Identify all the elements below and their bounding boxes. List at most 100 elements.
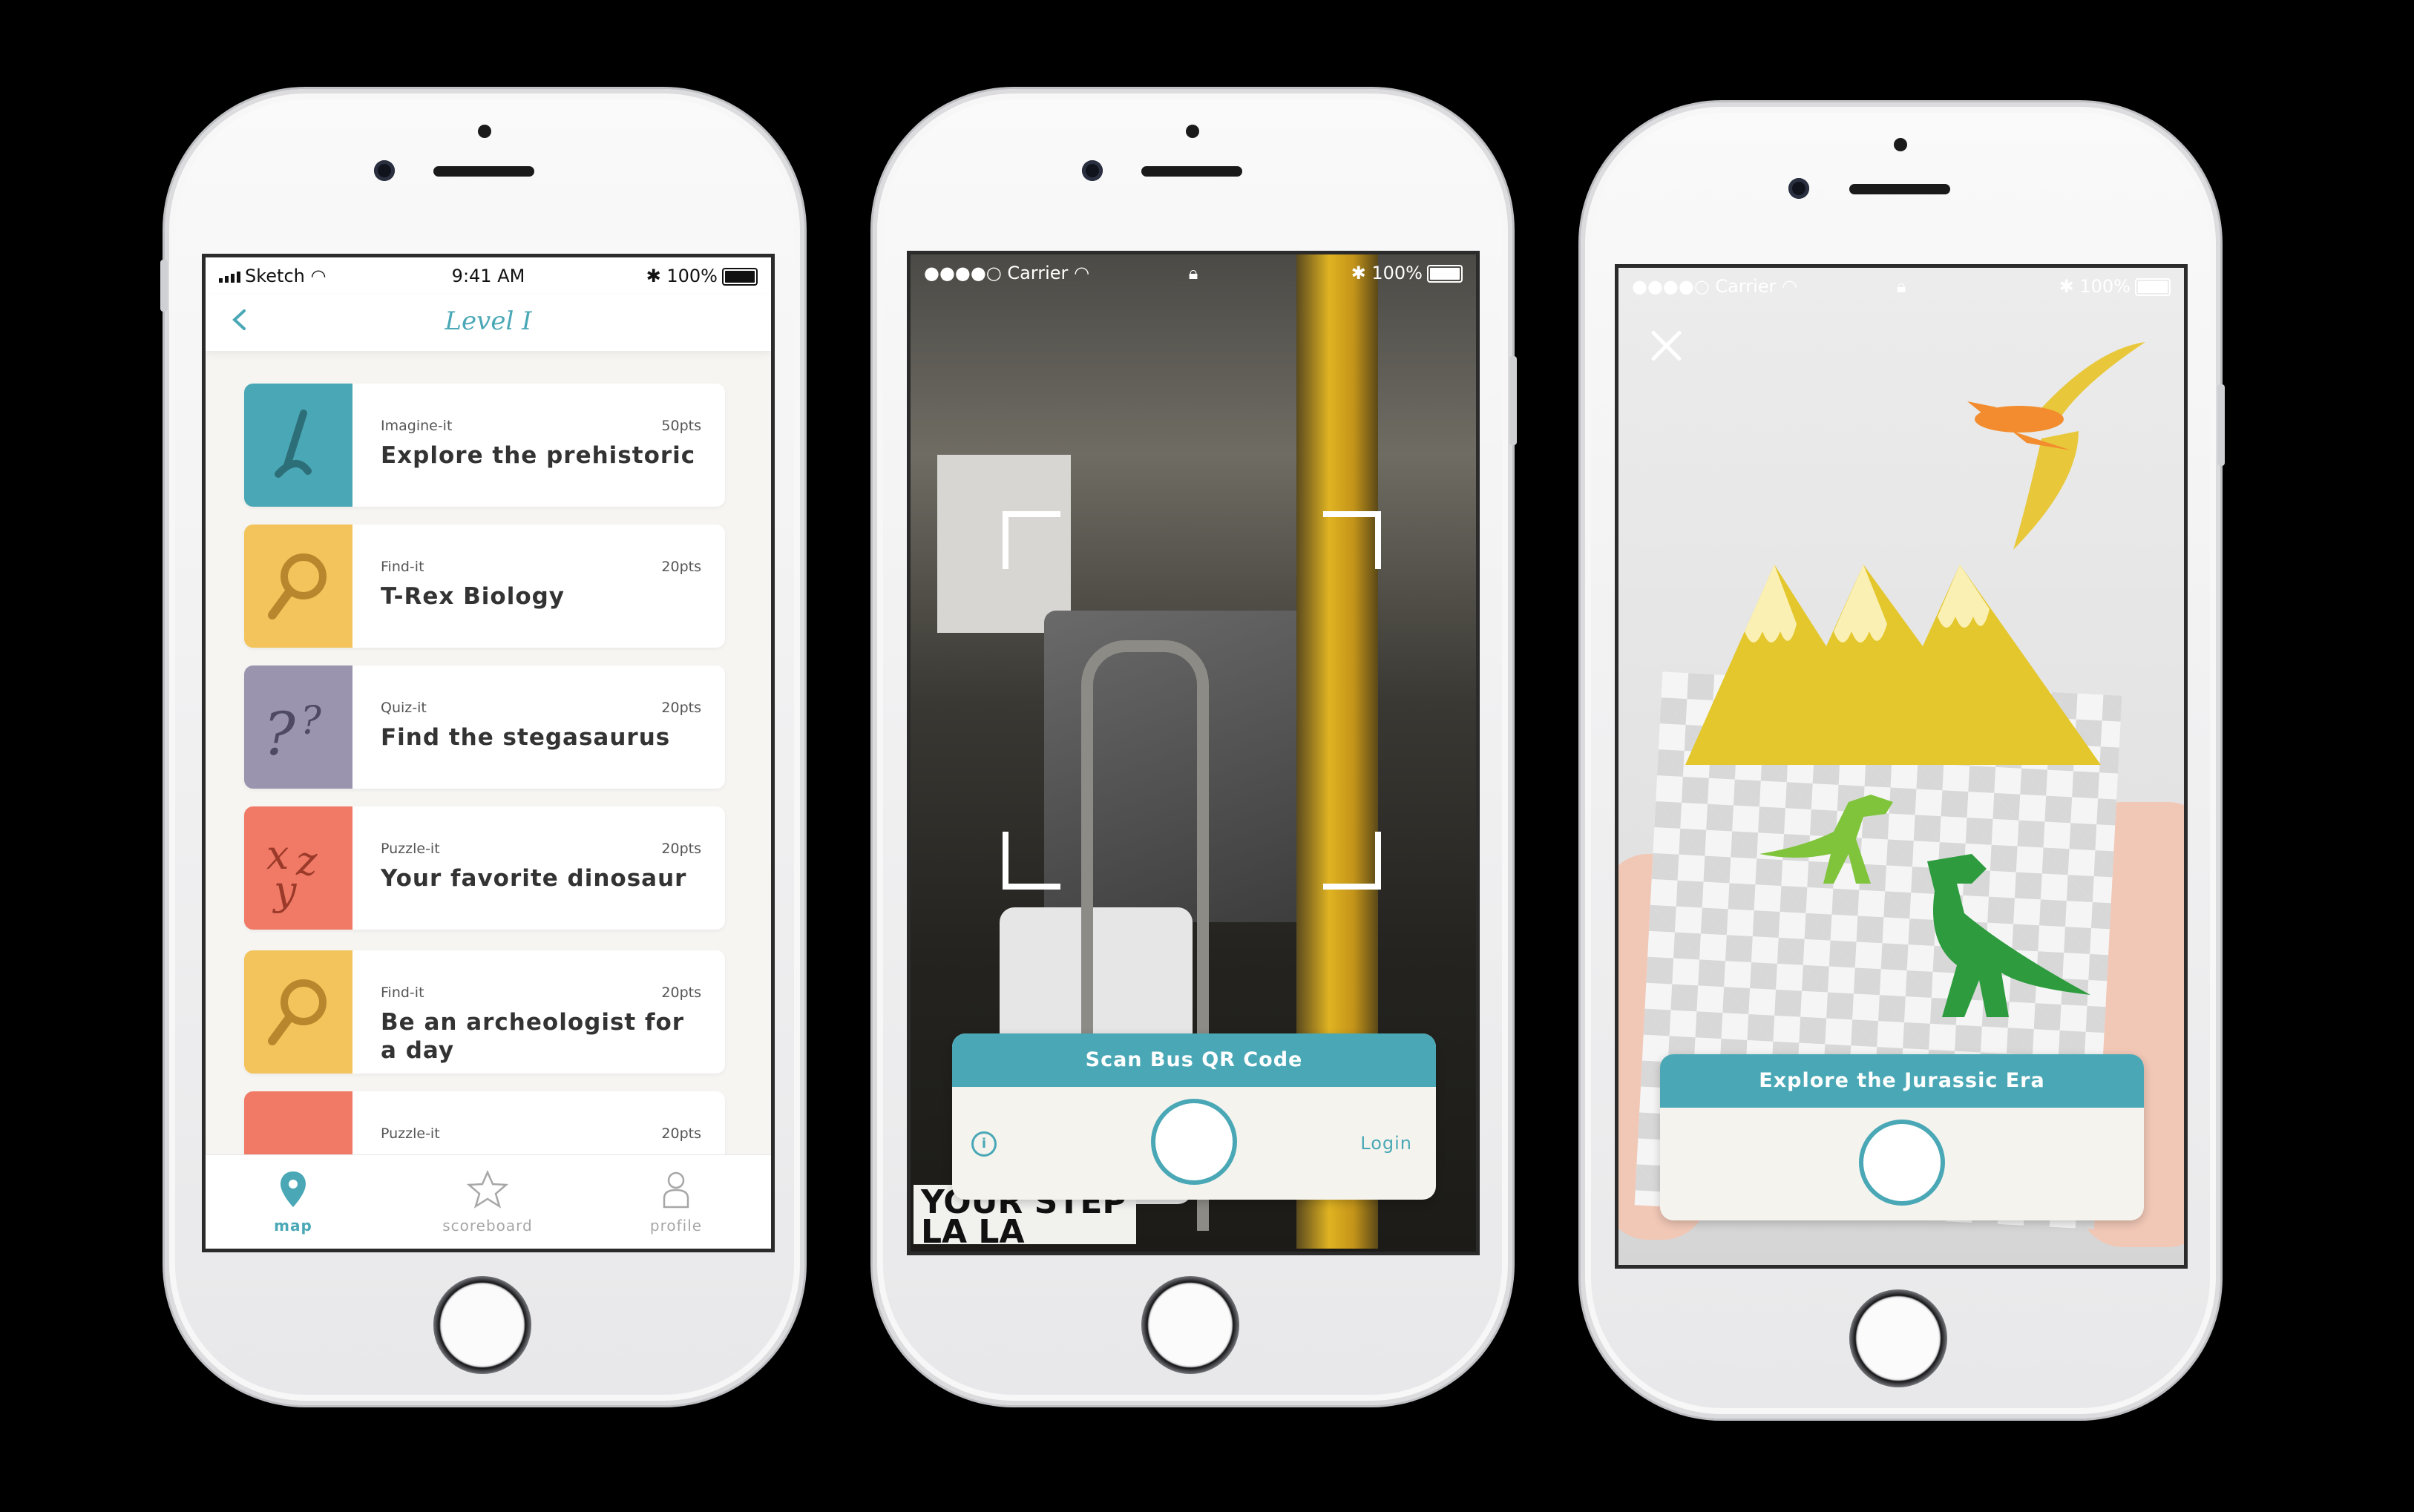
lock-icon: 🔒︎ [1896, 276, 1906, 297]
tab-bar: map scoreboard profile [206, 1154, 771, 1249]
dinosaur-small-illustration [1759, 795, 1893, 884]
person-icon [663, 1171, 689, 1209]
challenge-card[interactable]: Imagine-it 50pts Explore the prehistoric [244, 384, 725, 507]
carrier-label: ●●●●○ Carrier ◠ [1632, 276, 1798, 297]
challenge-card[interactable]: Find-it 20pts T-Rex Biology [244, 525, 725, 648]
card-title: Explore the prehistoric [381, 442, 696, 469]
card-category: Find-it [381, 559, 424, 575]
front-sensor [478, 125, 491, 138]
card-title: T-Rex Biology [381, 583, 565, 610]
screen-qr-scanner: YOUR STEP LA LA MARCHE ●●●●○ Carrier ◠ 🔒… [907, 251, 1480, 1255]
magnifier-icon [244, 525, 352, 648]
challenge-card[interactable]: Find-it 20pts Be an archeologist for a d… [244, 950, 725, 1074]
carrier-label: ●●●●○ Carrier ◠ [924, 263, 1090, 283]
card-points: 20pts [661, 841, 701, 857]
card-points: 20pts [661, 700, 701, 716]
challenge-card[interactable]: ?? Quiz-it 20pts Find the stegasaurus [244, 665, 725, 789]
front-camera [374, 160, 395, 181]
home-button[interactable] [1141, 1276, 1239, 1374]
challenge-card[interactable]: xzy Puzzle-it 20pts Your favorite dinosa… [244, 806, 725, 930]
card-category: Imagine-it [381, 418, 453, 434]
screen-level-list: Sketch ◠ 9:41 AM ✱ 100% Level I Imagine-… [202, 254, 775, 1252]
phone-frame-left: Sketch ◠ 9:41 AM ✱ 100% Level I Imagine-… [160, 89, 804, 1405]
card-category: Find-it [381, 985, 424, 1001]
screen-ar-experience: ●●●●○ Carrier ◠ 🔒︎ ✱ 100% Explore the Ju… [1615, 264, 2188, 1269]
card-points: 20pts [661, 559, 701, 575]
wifi-icon: ◠ [1782, 276, 1798, 297]
carrier-label: Sketch ◠ [219, 266, 326, 286]
tab-label: map [274, 1217, 312, 1235]
scan-frame-bottom-left [1003, 832, 1060, 890]
battery-status: ✱ 100% [2059, 276, 2171, 297]
home-button[interactable] [433, 1276, 531, 1374]
bluetooth-icon: ✱ [2059, 276, 2074, 297]
login-link[interactable]: Login [1360, 1133, 1412, 1154]
tab-scoreboard[interactable]: scoreboard [413, 1169, 562, 1235]
phone-frame-right: ●●●●○ Carrier ◠ 🔒︎ ✱ 100% Explore the Ju… [1581, 102, 2225, 1419]
scan-frame-top-left [1003, 511, 1060, 569]
capture-button[interactable] [1155, 1103, 1233, 1180]
phone-frame-middle: YOUR STEP LA LA MARCHE ●●●●○ Carrier ◠ 🔒… [873, 89, 1517, 1405]
tab-map[interactable]: map [219, 1170, 367, 1235]
battery-icon [2135, 278, 2171, 296]
battery-status: ✱ 100% [1351, 263, 1463, 283]
bluetooth-icon: ✱ [646, 266, 661, 286]
lock-icon: 🔒︎ [1188, 263, 1198, 283]
battery-status: ✱ 100% [646, 266, 758, 286]
scan-frame-top-right [1323, 511, 1381, 569]
pterodactyl-illustration [1967, 342, 2145, 550]
battery-icon [1427, 265, 1463, 283]
card-points: 50pts [661, 418, 701, 434]
card-title: Your favorite dinosaur [381, 865, 687, 892]
svg-text:?: ? [263, 700, 296, 769]
status-bar: Sketch ◠ 9:41 AM ✱ 100% [206, 257, 771, 295]
tab-label: profile [649, 1217, 703, 1235]
capture-button[interactable] [1863, 1124, 1941, 1201]
svg-text:?: ? [301, 699, 322, 743]
status-bar: ●●●●○ Carrier ◠ 🔒︎ ✱ 100% [1618, 268, 2184, 305]
card-points: 20pts [661, 1125, 701, 1142]
pencil-icon [244, 384, 352, 507]
front-sensor [1186, 125, 1199, 138]
home-button[interactable] [1849, 1289, 1947, 1387]
front-sensor [1894, 138, 1907, 151]
svg-text:z: z [295, 838, 318, 884]
bluetooth-icon: ✱ [1351, 263, 1366, 283]
scan-panel: Scan Bus QR Code i Login [952, 1033, 1436, 1200]
card-category: Puzzle-it [381, 1125, 440, 1142]
card-category: Puzzle-it [381, 841, 440, 857]
signal-icon [219, 271, 240, 283]
wifi-icon: ◠ [1074, 263, 1090, 283]
card-title: Be an archeologist for a day [381, 1009, 685, 1064]
mountains-illustration [1685, 565, 2101, 765]
status-bar: ●●●●○ Carrier ◠ 🔒︎ ✱ 100% [911, 254, 1476, 292]
nav-bar: Level I [206, 295, 771, 351]
dinosaur-large-illustration [1927, 854, 2090, 1017]
volume-button [160, 260, 168, 312]
card-title: Find the stegasaurus [381, 724, 671, 751]
tab-label: scoreboard [442, 1217, 533, 1235]
front-camera [1788, 178, 1809, 199]
question-marks-icon: ?? [244, 665, 352, 789]
card-points: 20pts [661, 985, 701, 1001]
map-pin-icon [281, 1171, 306, 1207]
wifi-icon: ◠ [310, 266, 327, 286]
card-category: Quiz-it [381, 700, 427, 716]
magnifier-icon [244, 950, 352, 1074]
status-time: 9:41 AM [451, 266, 525, 286]
explore-header: Explore the Jurassic Era [1660, 1054, 2144, 1108]
svg-text:y: y [272, 867, 298, 914]
battery-icon [722, 268, 758, 286]
earpiece [433, 166, 534, 177]
front-camera [1082, 160, 1103, 181]
scan-header: Scan Bus QR Code [952, 1033, 1436, 1087]
xyz-icon: xzy [244, 806, 352, 930]
page-title: Level I [445, 306, 532, 336]
volume-button [2217, 384, 2225, 466]
explore-panel: Explore the Jurassic Era [1660, 1054, 2144, 1220]
earpiece [1141, 166, 1242, 177]
scan-frame-bottom-right [1323, 832, 1381, 890]
close-icon[interactable] [1648, 327, 1685, 364]
tab-profile[interactable]: profile [602, 1170, 750, 1235]
info-icon[interactable]: i [971, 1131, 997, 1157]
